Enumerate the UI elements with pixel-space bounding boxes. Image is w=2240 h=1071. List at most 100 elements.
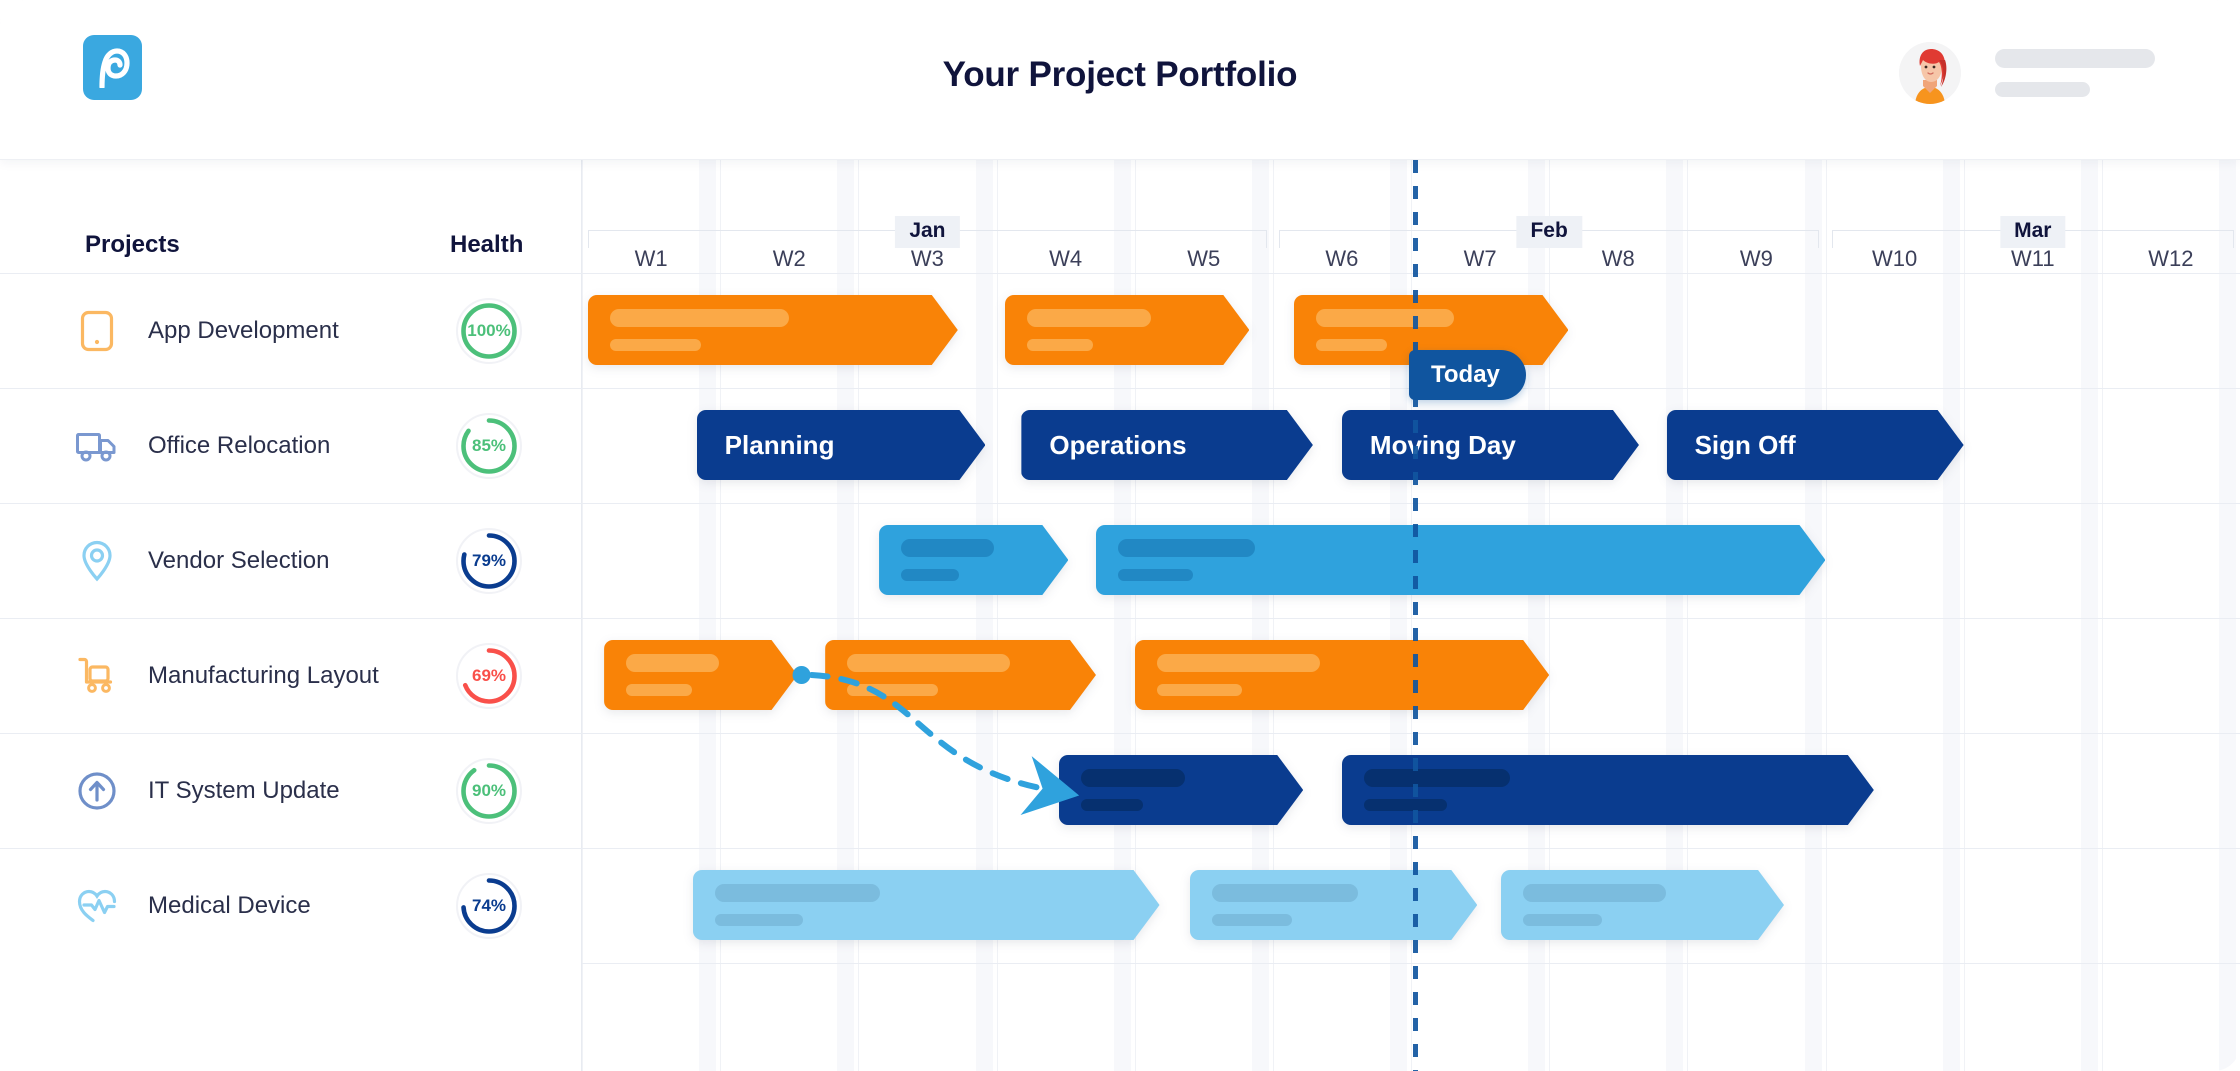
week-label-w10: W10 (1871, 246, 1918, 271)
today-badge[interactable]: Today (1409, 350, 1526, 400)
gantt-bar-label: Operations (1049, 429, 1187, 460)
gantt-bar-shape (1342, 755, 1874, 825)
gantt-bar-label: Moving Day (1369, 429, 1516, 460)
gantt-bar-placeholder-line (1212, 914, 1292, 926)
gantt-bar-placeholder-line (1316, 309, 1455, 327)
heartbeat-icon (76, 885, 118, 927)
gantt-bar[interactable]: Planning (697, 410, 986, 480)
gantt-bar-placeholder-line (1118, 539, 1255, 557)
gantt-bar-placeholder-line (1364, 769, 1510, 787)
gantt-bar[interactable] (588, 295, 958, 365)
gantt-bar-placeholder-line (1081, 769, 1185, 787)
timeline-row (582, 733, 2240, 848)
week-label-w11: W11 (2010, 246, 2055, 271)
project-name: Office Relocation (148, 432, 331, 459)
gantt-bar-placeholder-line (610, 309, 789, 327)
projects-column: Projects Health App Development 100% Offi… (0, 160, 582, 1071)
user-profile-block[interactable] (1899, 42, 2155, 104)
gantt-bar-shape (693, 870, 1160, 940)
avatar[interactable] (1899, 42, 1961, 104)
gantt-bar-label: Sign Off (1694, 429, 1796, 460)
gantt-bar[interactable] (1096, 525, 1826, 595)
health-ring[interactable]: 100% (454, 296, 524, 366)
today-marker-line (1413, 160, 1418, 1071)
gantt-bar[interactable] (1501, 870, 1784, 940)
project-name: IT System Update (148, 777, 340, 804)
gantt-bar-placeholder-line (1081, 799, 1143, 811)
project-row-it-system-update[interactable]: IT System Update 90% (0, 733, 582, 848)
week-label-w3: W3 (910, 246, 944, 271)
gantt-bar-shape (1005, 295, 1250, 365)
gantt-bar-placeholder-line (901, 569, 959, 581)
gantt-bar-shape (1135, 640, 1550, 710)
gantt-bar-placeholder-line (847, 654, 1010, 672)
timeline-row (582, 848, 2240, 963)
gantt-bar-placeholder-line (1316, 339, 1388, 351)
gantt-bar-placeholder-line (1157, 684, 1242, 696)
gantt-bar-placeholder-line (610, 339, 701, 351)
gantt-bar[interactable] (604, 640, 797, 710)
gantt-bar[interactable] (1135, 640, 1550, 710)
gantt-bar[interactable] (879, 525, 1068, 595)
project-row-office-relocation[interactable]: Office Relocation 85% (0, 388, 582, 503)
month-label: Mar (2000, 216, 2066, 248)
gantt-bar-placeholder-line (847, 684, 938, 696)
column-headers: Projects Health (0, 160, 582, 273)
gantt-bar-shape (1501, 870, 1784, 940)
gantt-bar[interactable] (693, 870, 1160, 940)
gantt-bar-shape (1096, 525, 1826, 595)
mobile-phone-icon (76, 310, 118, 352)
health-ring[interactable]: 74% (454, 871, 524, 941)
gantt-bar-placeholder-line (1364, 799, 1447, 811)
month-band-mar: Mar (1831, 216, 2234, 248)
gantt-chart: Jan Feb Mar W1 W2 W3 W4 W5 W6 W7 W8 W9 W10 W11 W12 Pla… (0, 160, 2240, 1071)
gantt-bar-label: Planning (724, 429, 835, 460)
project-row-app-development[interactable]: App Development 100% (0, 273, 582, 388)
health-ring[interactable]: 85% (454, 411, 524, 481)
project-row-manufacturing-layout[interactable]: Manufacturing Layout 69% (0, 618, 582, 733)
gantt-bar[interactable] (1342, 755, 1874, 825)
health-ring[interactable]: 90% (454, 756, 524, 826)
gantt-bar[interactable] (825, 640, 1096, 710)
month-band-feb: Feb (1278, 216, 1820, 248)
gantt-bar-shape (1059, 755, 1304, 825)
gantt-bar-placeholder-line (901, 539, 994, 557)
gantt-bar[interactable]: Moving Day (1342, 410, 1639, 480)
hand-cart-icon (76, 655, 118, 697)
gantt-bar-shape: Moving Day (1342, 410, 1639, 480)
gantt-bar[interactable]: Operations (1021, 410, 1313, 480)
project-row-vendor-selection[interactable]: Vendor Selection 79% (0, 503, 582, 618)
user-role-placeholder (1995, 82, 2090, 97)
gantt-bar-placeholder-line (1027, 309, 1151, 327)
gantt-bar[interactable] (1059, 755, 1304, 825)
user-name-placeholder (1995, 49, 2155, 68)
gantt-bar-shape (588, 295, 958, 365)
gantt-bar-placeholder-line (1157, 654, 1320, 672)
delivery-truck-icon (76, 425, 118, 467)
gantt-bar[interactable]: Sign Off (1667, 410, 1964, 480)
gantt-bar-shape (825, 640, 1096, 710)
project-row-medical-device[interactable]: Medical Device 74% (0, 848, 582, 963)
gantt-bar-placeholder-line (715, 914, 804, 926)
week-label-w5: W5 (1187, 246, 1221, 271)
gantt-bar-shape (1190, 870, 1477, 940)
project-name: Vendor Selection (148, 547, 330, 574)
health-ring[interactable]: 79% (454, 526, 524, 596)
timeline-row: Planning Operations Moving Day Sign Off (582, 388, 2240, 503)
gantt-bar-placeholder-line (626, 654, 719, 672)
gantt-bar-shape: Planning (697, 410, 986, 480)
gantt-bar-placeholder-line (1523, 914, 1602, 926)
health-column-header: Health (450, 231, 524, 258)
timeline-row (582, 503, 2240, 618)
week-label-w7: W7 (1463, 246, 1497, 271)
gantt-bar-shape: Sign Off (1667, 410, 1964, 480)
week-label-w6: W6 (1325, 246, 1359, 271)
health-percent: 69% (471, 666, 507, 685)
gantt-bar-placeholder-line (715, 884, 880, 902)
health-ring[interactable]: 69% (454, 641, 524, 711)
month-band-jan: Jan (588, 216, 1267, 248)
app-header: Your Project Portfolio (0, 0, 2240, 160)
gantt-bar[interactable] (1005, 295, 1250, 365)
health-percent: 79% (471, 551, 507, 570)
gantt-bar[interactable] (1190, 870, 1477, 940)
